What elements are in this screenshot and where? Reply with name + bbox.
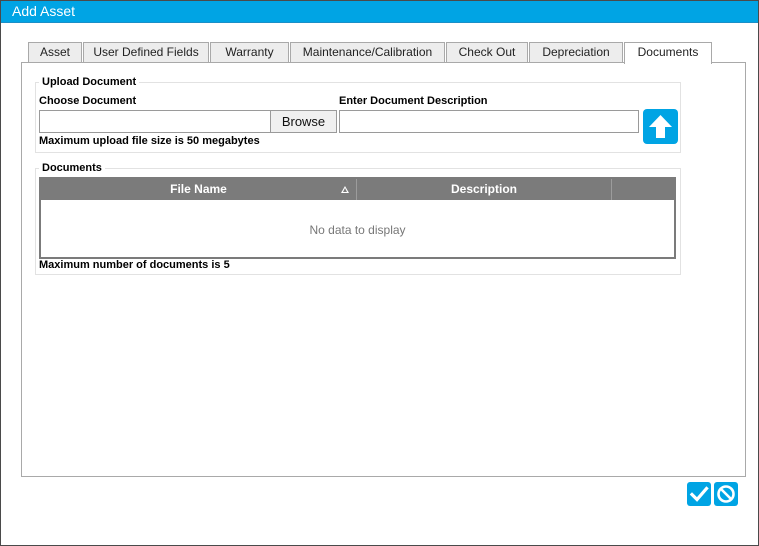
document-description-label: Enter Document Description <box>339 95 488 107</box>
save-button[interactable] <box>687 482 711 506</box>
document-count-note: Maximum number of documents is 5 <box>39 259 230 271</box>
column-label-description: Description <box>450 182 517 196</box>
documents-legend: Documents <box>42 162 102 174</box>
grid-header: File Name Description <box>41 179 674 200</box>
tab-documents[interactable]: Documents <box>624 42 712 64</box>
column-header-file-name[interactable]: File Name <box>41 179 357 200</box>
tab-asset[interactable]: Asset <box>28 42 82 62</box>
window-title: Add Asset <box>12 3 76 19</box>
upload-size-note: Maximum upload file size is 50 megabytes <box>39 135 260 147</box>
choose-document-label: Choose Document <box>39 95 137 107</box>
sort-ascending-icon <box>341 186 349 193</box>
add-asset-window: Add Asset Asset User Defined Fields Warr… <box>0 0 759 546</box>
cancel-icon <box>717 485 735 503</box>
grid-empty-message: No data to display <box>309 223 406 237</box>
column-header-description[interactable]: Description <box>357 179 612 200</box>
document-description-input[interactable] <box>339 110 639 133</box>
browse-button[interactable]: Browse <box>270 110 337 133</box>
column-header-actions <box>612 179 674 200</box>
documents-tab-panel: Upload Document Choose Document Browse E… <box>21 62 746 477</box>
checkmark-icon <box>689 486 709 502</box>
tab-depreciation[interactable]: Depreciation <box>529 42 623 62</box>
tab-user-defined-fields[interactable]: User Defined Fields <box>83 42 209 62</box>
file-path-input[interactable] <box>39 110 271 133</box>
tab-maintenance-calibration[interactable]: Maintenance/Calibration <box>290 42 445 62</box>
column-label-file-name: File Name <box>170 182 227 196</box>
documents-grid: File Name Description No data to display <box>39 177 676 259</box>
upload-document-legend: Upload Document <box>42 76 137 88</box>
cancel-button[interactable] <box>714 482 738 506</box>
tab-check-out[interactable]: Check Out <box>446 42 528 62</box>
upload-arrow-icon <box>649 115 672 138</box>
title-bar: Add Asset <box>1 1 758 23</box>
tab-warranty[interactable]: Warranty <box>210 42 289 62</box>
upload-button[interactable] <box>643 109 678 144</box>
